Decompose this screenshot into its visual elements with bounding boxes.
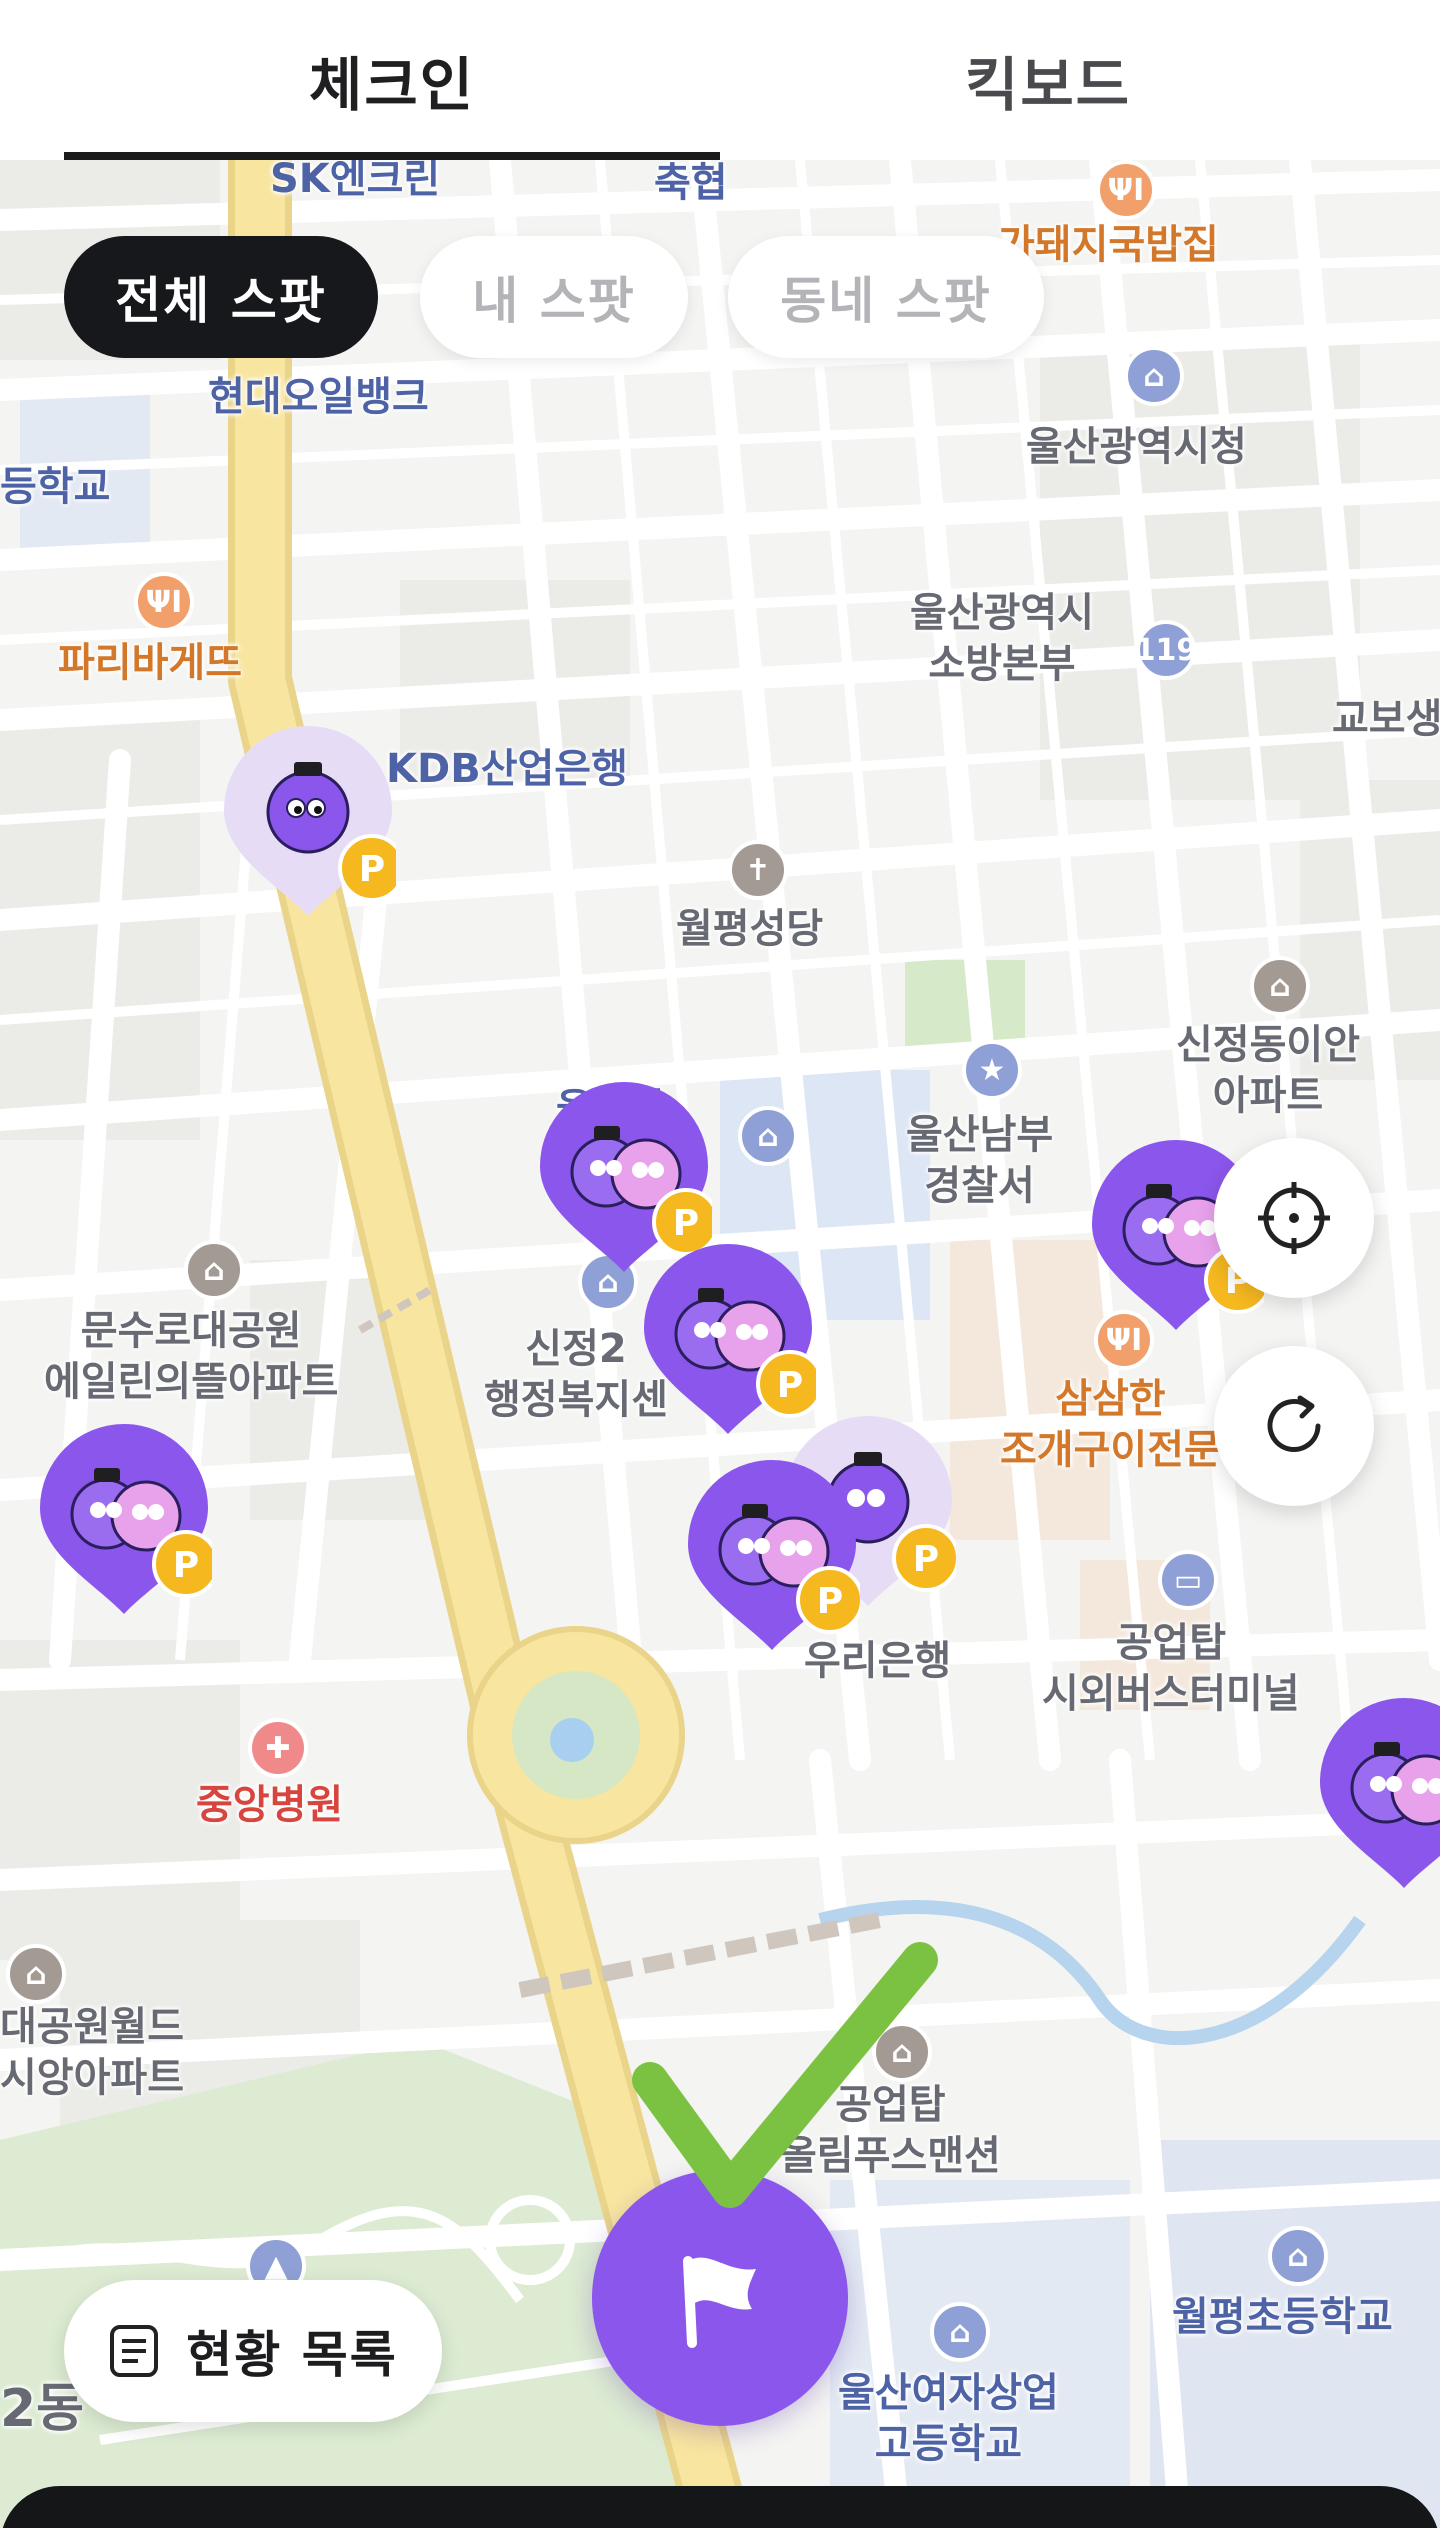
map-label-bus-terminal: 공업탑 시외버스터미널 bbox=[1042, 1620, 1300, 1718]
map-label-samsam: 삼삼한 조개구이전문 bbox=[1000, 1376, 1221, 1474]
fire-station-icon[interactable]: 119 bbox=[1135, 620, 1197, 680]
active-tab-indicator bbox=[64, 152, 720, 160]
refresh-icon bbox=[1267, 1395, 1321, 1452]
map-label-wolpyeong-elem: 월평초등학교 bbox=[1172, 2294, 1393, 2340]
map-label-munsu-apt: 문수로대공원 에일린의뜰아파트 bbox=[44, 1308, 339, 1406]
filter-chip-all-spots[interactable]: 전체 스팟 bbox=[64, 236, 378, 358]
map-label-dong-partial: 2동 bbox=[0, 2379, 85, 2439]
tab-kickboard[interactable]: 킥보드 bbox=[720, 0, 1376, 160]
parking-badge: P bbox=[359, 849, 385, 890]
svg-text:P: P bbox=[913, 1539, 939, 1580]
svg-text:P: P bbox=[173, 1545, 199, 1586]
map-label-sk-enclean: SK엔크린 bbox=[270, 160, 441, 202]
government-icon[interactable]: ⌂ bbox=[1124, 346, 1184, 406]
spot-marker[interactable] bbox=[1316, 1698, 1440, 1898]
apartment-icon[interactable]: ⌂ bbox=[184, 1240, 244, 1300]
status-list-button[interactable]: 현황 목록 bbox=[64, 2280, 442, 2422]
map-label-kyobo: 교보생 bbox=[1332, 696, 1440, 742]
spot-marker[interactable]: P bbox=[220, 726, 396, 926]
office-icon[interactable]: ⌂ bbox=[738, 1106, 798, 1166]
spot-marker[interactable]: P bbox=[640, 1244, 816, 1444]
svg-text:P: P bbox=[817, 1581, 843, 1622]
school-icon[interactable]: ⌂ bbox=[1268, 2226, 1328, 2286]
tab-checkin[interactable]: 체크인 bbox=[64, 0, 720, 160]
map-label-central-hospital: 중앙병원 bbox=[196, 1782, 344, 1828]
church-icon[interactable]: ✝ bbox=[728, 840, 788, 900]
refresh-button[interactable] bbox=[1214, 1346, 1374, 1506]
status-list-label: 현황 목록 bbox=[186, 2326, 398, 2384]
bottom-sheet-handle[interactable] bbox=[0, 2486, 1440, 2528]
map-label-church: 월평성당 bbox=[676, 906, 824, 952]
restaurant-icon[interactable]: ΨΙ bbox=[134, 572, 194, 632]
map-label-paris-baguette: 파리바게뜨 bbox=[58, 640, 242, 686]
flag-icon bbox=[683, 2256, 756, 2348]
hospital-icon[interactable]: ✚ bbox=[248, 1718, 308, 1778]
filter-chip-my-spots[interactable]: 내 스팟 bbox=[420, 236, 688, 358]
top-tab-bar: 체크인 킥보드 bbox=[0, 0, 1440, 160]
svg-text:P: P bbox=[673, 1203, 699, 1244]
map-label-fire-hq: 울산광역시 소방본부 bbox=[910, 590, 1094, 688]
map-label-ulsan-cityhall: 울산광역시청 bbox=[1026, 424, 1247, 470]
map-label-school-left: 등학교 bbox=[0, 464, 111, 510]
map-label-girls-high: 울산여자상업 고등학교 bbox=[838, 2370, 1059, 2468]
spot-marker[interactable]: P bbox=[684, 1460, 860, 1660]
bus-terminal-icon[interactable]: ▭ bbox=[1158, 1550, 1218, 1610]
map-label-kdb: KDB산업은행 bbox=[386, 746, 628, 792]
filter-chip-neighborhood-spots[interactable]: 동네 스팟 bbox=[728, 236, 1044, 358]
restaurant-icon[interactable]: ΨΙ bbox=[1096, 160, 1156, 220]
map-label-sinjeong-apt: 신정동이안 아파트 bbox=[1176, 1022, 1360, 1120]
map-label-world-apt: 대공원월드 시앙아파트 bbox=[0, 2004, 184, 2102]
map-label-hyundai-oilbank: 현대오일뱅크 bbox=[208, 374, 429, 420]
list-document-icon bbox=[110, 2325, 159, 2377]
map-label-police: 울산남부 경찰서 bbox=[906, 1112, 1054, 1210]
checkmark-icon bbox=[632, 1942, 938, 2208]
my-location-button[interactable] bbox=[1214, 1138, 1374, 1298]
apartment-icon[interactable]: ⌂ bbox=[6, 1944, 66, 2004]
svg-text:P: P bbox=[777, 1365, 803, 1406]
police-icon[interactable]: ★ bbox=[962, 1040, 1022, 1100]
map-label-chukhyup: 축협 bbox=[654, 160, 728, 206]
spot-marker[interactable]: P bbox=[36, 1424, 212, 1624]
school-icon[interactable]: ⌂ bbox=[930, 2302, 990, 2362]
crosshair-icon bbox=[1258, 1182, 1330, 1254]
apartment-icon[interactable]: ⌂ bbox=[1250, 956, 1310, 1016]
